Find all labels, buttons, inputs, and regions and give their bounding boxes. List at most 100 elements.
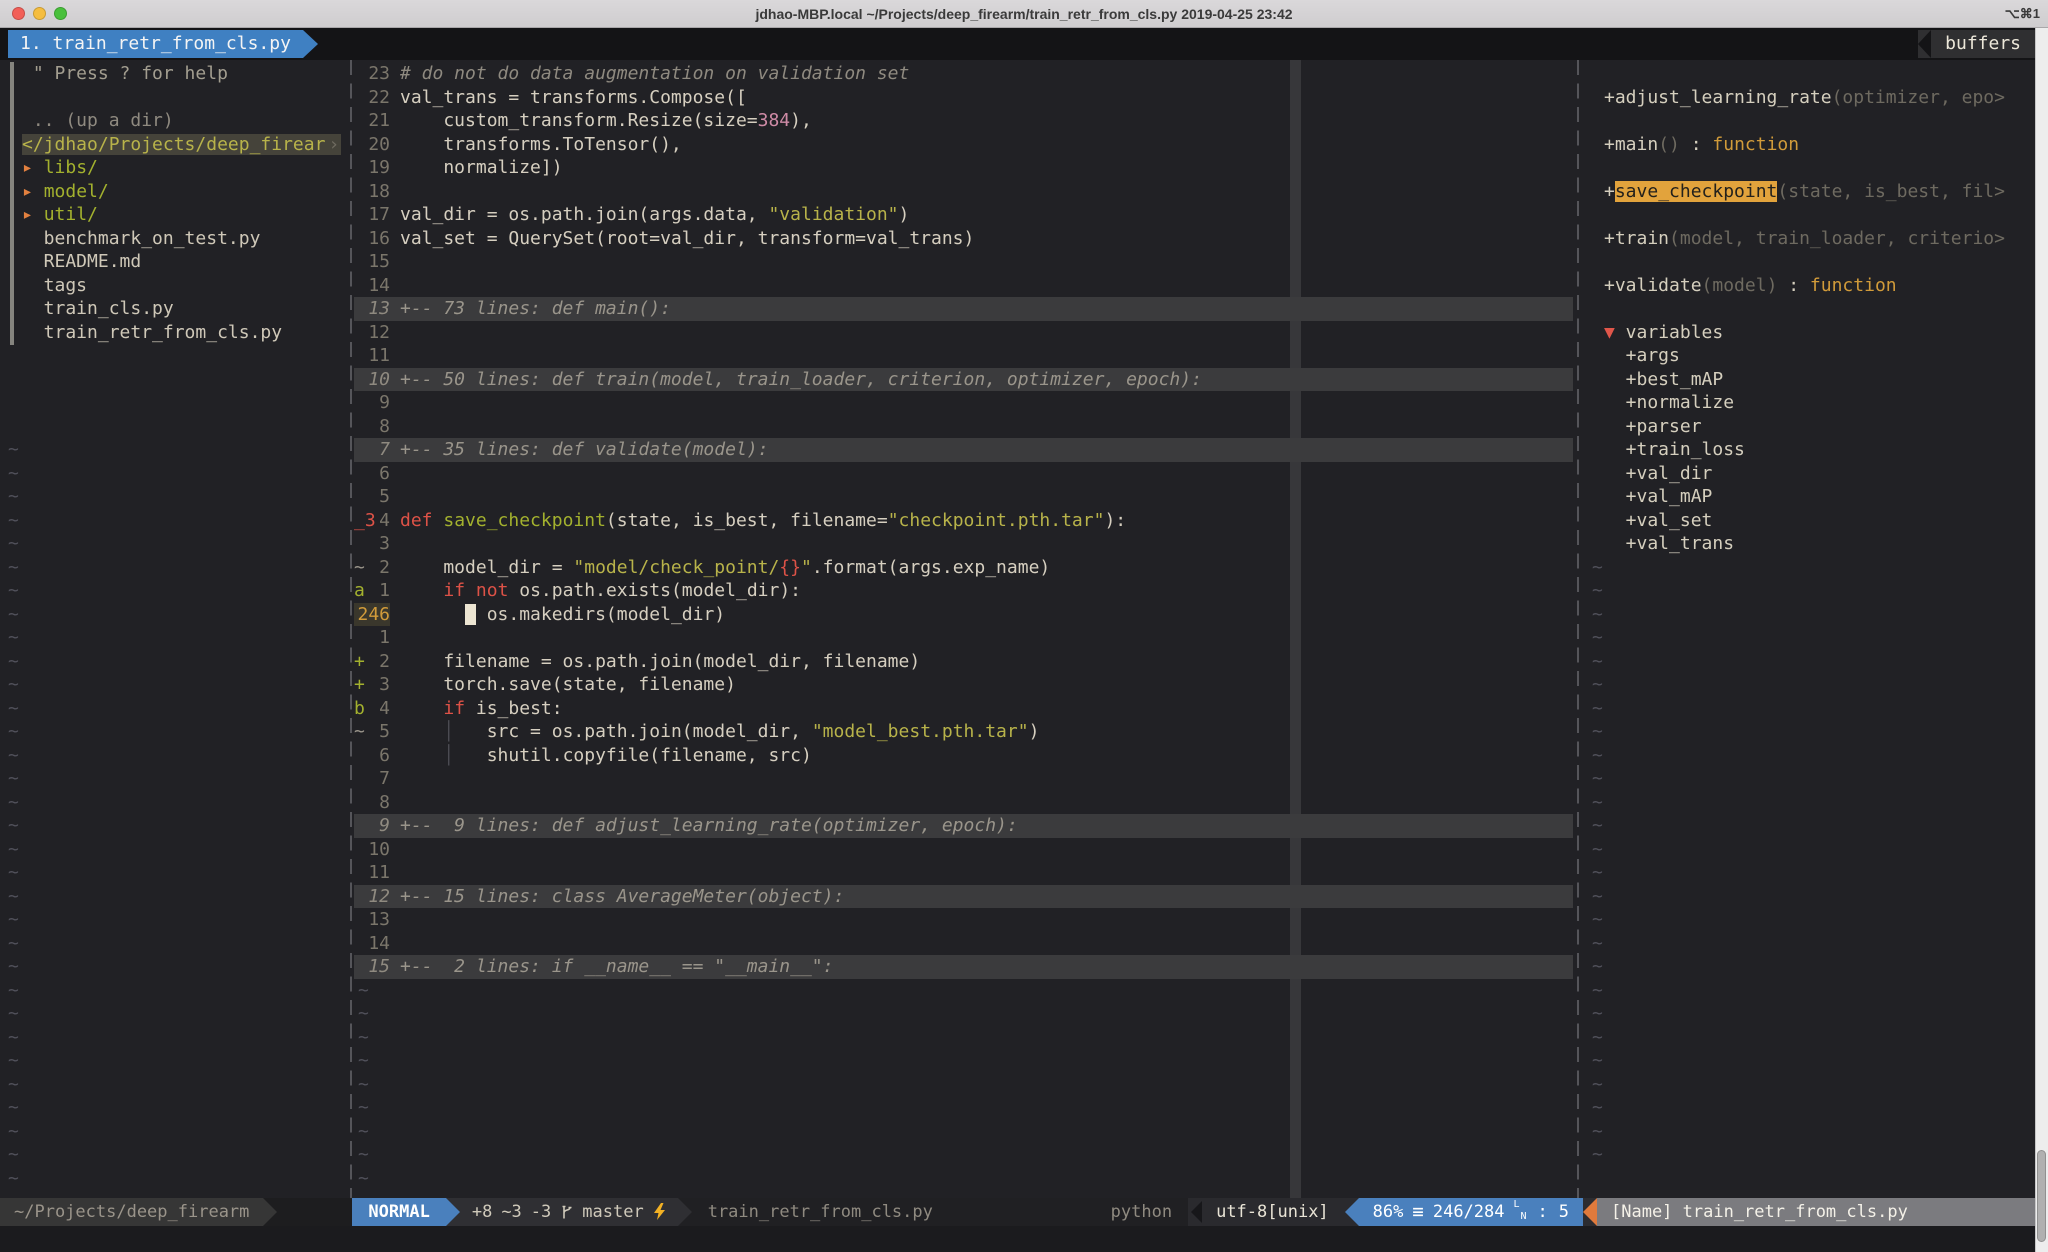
tag-item[interactable]: +val_trans [1583,532,2035,556]
code-line[interactable]: 15 [354,250,1573,274]
code-line[interactable]: 12 [354,321,1573,345]
tree-item[interactable]: .. (up a dir) [0,109,350,133]
code-line[interactable]: 246 os.makedirs(model_dir) [354,603,1573,627]
empty-line-tilde: ~ [1583,556,2035,580]
code-token: +-- 35 lines: def validate(model): [400,439,768,460]
tag-item[interactable]: +train(model, train_loader, criterio> [1583,227,2035,251]
code-line[interactable]: +2 filename = os.path.join(model_dir, fi… [354,650,1573,674]
scrollbar-thumb[interactable] [2037,1150,2046,1242]
tree-item[interactable]: train_cls.py [0,297,350,321]
tree-item[interactable] [0,344,350,368]
code-line[interactable]: 20 transforms.ToTensor(), [354,133,1573,157]
git-branch-icon [560,1204,573,1221]
code-line[interactable]: ~2 model_dir = "model/check_point/{}".fo… [354,556,1573,580]
tag-item[interactable]: +val_dir [1583,462,2035,486]
tree-item[interactable]: tags [0,274,350,298]
code-line[interactable]: 17val_dir = os.path.join(args.data, "val… [354,203,1573,227]
tag-item[interactable] [1583,156,2035,180]
folded-code-line[interactable]: 10+-- 50 lines: def train(model, train_l… [354,368,1573,392]
empty-line-tilde: ~ [0,767,350,791]
tag-item[interactable]: +normalize [1583,391,2035,415]
tree-item[interactable]: ▸ libs/ [0,156,350,180]
tree-item[interactable]: </jdhao/Projects/deep_firear› [0,133,350,157]
tag-item[interactable]: +main() : function [1583,133,2035,157]
code-line[interactable]: 19 normalize]) [354,156,1573,180]
tag-item[interactable]: +val_set [1583,509,2035,533]
statusline-gap [277,1198,352,1226]
tag-item[interactable]: +parser [1583,415,2035,439]
folded-code-line[interactable]: 15+-- 2 lines: if __name__ == "__main__"… [354,955,1573,979]
tag-item[interactable]: +validate(model) : function [1583,274,2035,298]
command-line[interactable] [0,1226,2048,1252]
folded-code-line[interactable]: 13+-- 73 lines: def main(): [354,297,1573,321]
code-line[interactable]: 3 [354,532,1573,556]
tag-item[interactable] [1583,250,2035,274]
code-line[interactable]: 8 [354,791,1573,815]
folded-code-line[interactable]: 12+-- 15 lines: class AverageMeter(objec… [354,885,1573,909]
scrollbar[interactable] [2035,28,2048,1252]
code-line[interactable]: 10 [354,838,1573,862]
code-line[interactable]: 13 [354,908,1573,932]
code-line[interactable]: b4 if is_best: [354,697,1573,721]
tag-item[interactable]: +best_mAP [1583,368,2035,392]
window-separator[interactable] [350,60,352,1198]
tree-item[interactable] [0,86,350,110]
code-line[interactable]: 14 [354,274,1573,298]
tag-item[interactable]: +save_checkpoint(state, is_best, fil> [1583,180,2035,204]
code-line[interactable]: 18 [354,180,1573,204]
window-separator[interactable] [1577,60,1579,1198]
code-line[interactable]: 22val_trans = transforms.Compose([ [354,86,1573,110]
tree-item[interactable]: ▸ util/ [0,203,350,227]
tag-item[interactable]: +args [1583,344,2035,368]
code-line[interactable]: 16val_set = QuerySet(root=val_dir, trans… [354,227,1573,251]
encoding-segment: utf-8[unix] [1188,1198,1345,1226]
tag-item[interactable]: +train_loss [1583,438,2035,462]
code-line[interactable]: 6 │ shutil.copyfile(filename, src) [354,744,1573,768]
code-text: transforms.ToTensor(), [394,133,682,157]
tag-item[interactable] [1583,203,2035,227]
code-line[interactable]: 5 [354,485,1573,509]
tree-item[interactable]: benchmark_on_test.py [0,227,350,251]
tree-item[interactable]: " Press ? for help [0,62,350,86]
tree-item[interactable]: README.md [0,250,350,274]
code-line[interactable]: 7 [354,767,1573,791]
tag-item[interactable] [1583,109,2035,133]
code-line[interactable]: +3 torch.save(state, filename) [354,673,1573,697]
code-line[interactable]: 23# do not do data augmentation on valid… [354,62,1573,86]
code-token: benchmark_on_test.py [22,228,260,249]
tag-item[interactable]: +val_mAP [1583,485,2035,509]
code-line[interactable]: a1 if not os.path.exists(model_dir): [354,579,1573,603]
tag-item[interactable]: +adjust_learning_rate(optimizer, epo> [1583,86,2035,110]
code-line[interactable]: 6 [354,462,1573,486]
empty-line-tilde: ~ [354,1167,1573,1191]
code-text: model_dir = "model/check_point/{}".forma… [394,556,1050,580]
line-number: 9 [354,814,390,838]
code-line[interactable]: 11 [354,344,1573,368]
gutter: 9 [354,391,394,415]
tree-item[interactable] [0,391,350,415]
empty-line-tilde: ~ [0,791,350,815]
code-line[interactable]: 1 [354,626,1573,650]
empty-line-tilde: ~ [0,697,350,721]
tag-item[interactable] [1583,297,2035,321]
code-line[interactable]: 9 [354,391,1573,415]
tree-item[interactable]: ▸ model/ [0,180,350,204]
folded-code-line[interactable]: 7+-- 35 lines: def validate(model): [354,438,1573,462]
tree-item[interactable]: train_retr_from_cls.py [0,321,350,345]
tree-item[interactable] [0,368,350,392]
empty-line-tilde: ~ [1583,1002,2035,1026]
empty-line-tilde: ~ [0,556,350,580]
tag-item[interactable] [1583,62,2035,86]
code-line[interactable]: 8 [354,415,1573,439]
tree-item[interactable] [0,415,350,439]
tab-active[interactable]: 1. train_retr_from_cls.py [8,30,303,58]
line-number: 15 [354,250,390,274]
code-line[interactable]: 14 [354,932,1573,956]
empty-line-tilde: ~ [0,814,350,838]
code-line[interactable]: _34def save_checkpoint(state, is_best, f… [354,509,1573,533]
tag-item[interactable]: ▼ variables [1583,321,2035,345]
code-line[interactable]: ~5 │ src = os.path.join(model_dir, "mode… [354,720,1573,744]
code-line[interactable]: 11 [354,861,1573,885]
folded-code-line[interactable]: 9+-- 9 lines: def adjust_learning_rate(o… [354,814,1573,838]
code-line[interactable]: 21 custom_transform.Resize(size=384), [354,109,1573,133]
